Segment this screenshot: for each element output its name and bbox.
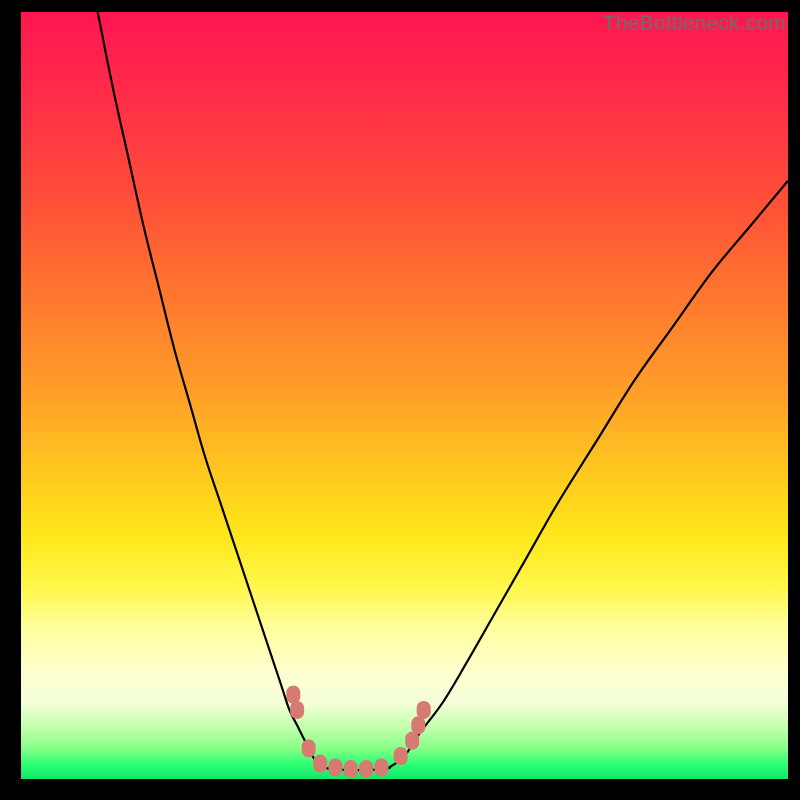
data-marker	[359, 760, 373, 778]
data-marker	[286, 686, 300, 704]
data-marker	[313, 755, 327, 773]
data-marker	[328, 758, 342, 776]
data-marker	[374, 758, 388, 776]
data-marker	[302, 739, 316, 757]
data-marker	[417, 701, 431, 719]
data-marker	[405, 732, 419, 750]
chart-svg	[21, 12, 788, 779]
bottleneck-curve	[98, 12, 788, 770]
curve-layer	[98, 12, 788, 770]
marker-layer	[286, 686, 430, 778]
data-marker	[290, 701, 304, 719]
chart-frame: TheBottleneck.com	[0, 0, 800, 800]
data-marker	[394, 747, 408, 765]
data-marker	[344, 760, 358, 778]
data-marker	[411, 716, 425, 734]
